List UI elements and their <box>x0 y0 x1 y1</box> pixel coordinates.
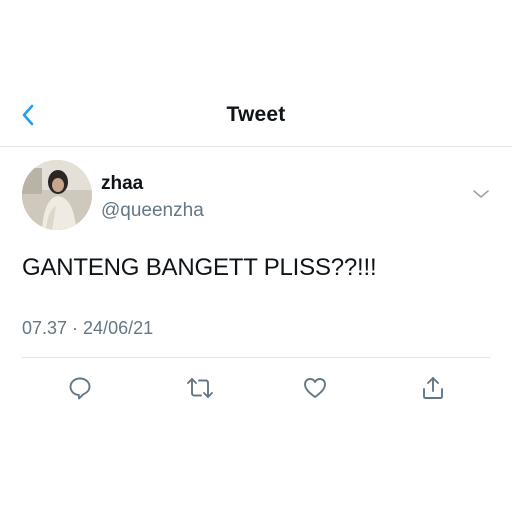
page-title: Tweet <box>226 103 286 126</box>
reply-icon <box>69 377 91 400</box>
tweet-author: zhaa @queenzha <box>22 160 492 232</box>
reply-button[interactable] <box>65 373 95 403</box>
heart-icon <box>304 378 326 398</box>
share-button[interactable] <box>418 373 448 403</box>
tweet-menu-button[interactable] <box>470 186 492 202</box>
retweet-button[interactable] <box>185 373 215 403</box>
retweet-icon <box>187 378 213 398</box>
top-bar: Tweet <box>0 86 512 147</box>
like-button[interactable] <box>300 373 330 403</box>
chevron-down-icon <box>473 190 489 198</box>
avatar[interactable] <box>22 160 92 230</box>
tweet-text: GANTENG BANGETT PLISS??!!! <box>22 254 377 281</box>
share-icon <box>423 377 443 399</box>
tweet-timestamp[interactable]: 07.37 · 24/06/21 <box>22 318 153 339</box>
username-handle[interactable]: @queenzha <box>101 200 204 222</box>
divider <box>22 357 490 358</box>
display-name[interactable]: zhaa <box>101 173 143 195</box>
action-bar <box>0 368 512 408</box>
avatar-photo <box>22 160 92 230</box>
